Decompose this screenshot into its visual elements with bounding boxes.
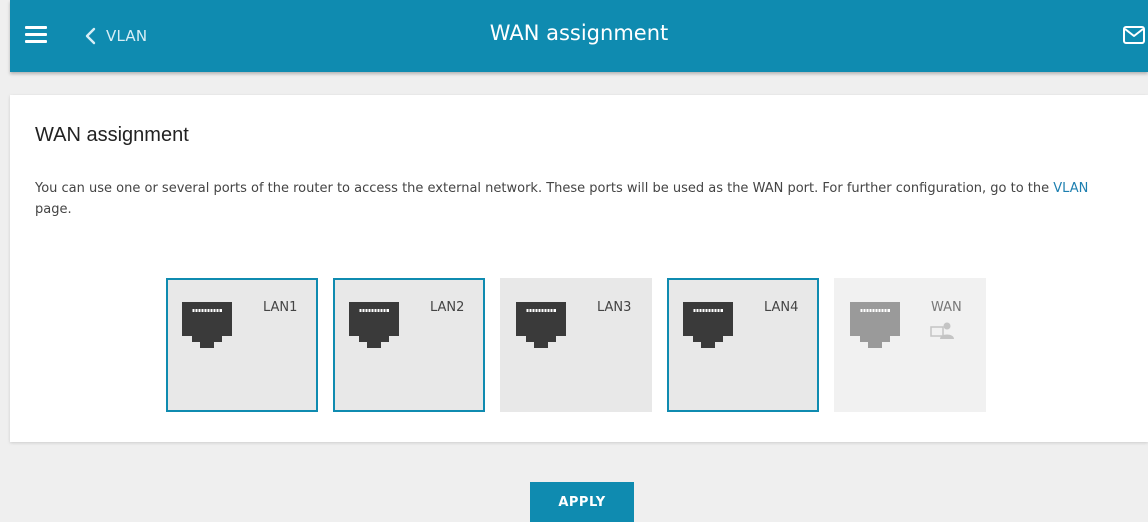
section-description: You can use one or several ports of the … [35,178,1105,220]
ethernet-port-icon [349,302,399,348]
description-text: You can use one or several ports of the … [35,181,1054,196]
port-label: LAN4 [764,300,799,315]
mail-icon[interactable] [1122,24,1146,46]
port-lan1[interactable]: LAN1 [166,278,318,412]
port-wan: WAN [834,278,986,412]
wan-assignment-card: WAN assignment You can use one or severa… [10,95,1148,442]
port-lan3[interactable]: LAN3 [500,278,652,412]
port-lan4[interactable]: LAN4 [667,278,819,412]
wan-user-icon [930,322,954,339]
ethernet-port-icon [182,302,232,348]
section-heading: WAN assignment [35,124,189,146]
apply-button[interactable]: APPLY [530,482,634,522]
ethernet-port-icon [516,302,566,348]
ethernet-port-icon [683,302,733,348]
port-label: WAN [931,300,962,315]
port-label: LAN1 [263,300,298,315]
port-label: LAN2 [430,300,465,315]
page-title: WAN assignment [489,21,669,45]
ethernet-port-icon [850,302,900,348]
port-selector: LAN1 LAN2 LAN3 LAN4 WAN [166,278,996,412]
port-label: LAN3 [597,300,632,315]
vlan-link[interactable]: VLAN [1053,181,1088,196]
port-lan2[interactable]: LAN2 [333,278,485,412]
top-bar: VLAN WAN assignment [10,0,1148,72]
description-text-end: page. [35,202,72,217]
